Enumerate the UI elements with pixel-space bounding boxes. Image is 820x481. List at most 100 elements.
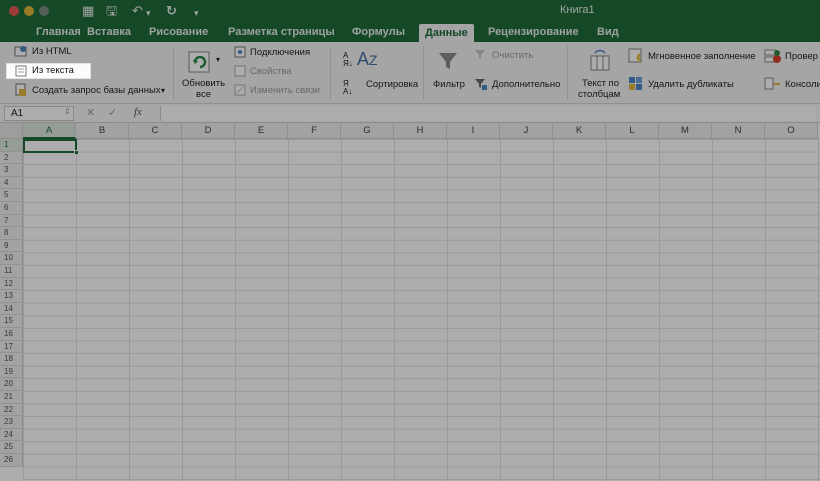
active-cell[interactable] [23,139,77,153]
tab-view[interactable]: Вид [597,25,619,39]
row-header[interactable]: 26 [0,454,23,467]
minimize-window-button[interactable] [24,6,34,16]
tab-draw[interactable]: Рисование [149,25,208,39]
row-header[interactable]: 2 [0,151,23,165]
chevron-down-icon[interactable]: ▾ [161,85,165,97]
row-header[interactable]: 18 [0,353,23,366]
sort-dialog-icon[interactable]: AZ [357,50,378,69]
edit-links-button[interactable]: Изменить связи [250,85,320,97]
refresh-dropdown-icon[interactable]: ▾ [216,54,220,66]
html-icon [14,46,27,57]
row-header[interactable]: 25 [0,441,23,454]
text-to-columns-icon[interactable] [588,48,612,72]
row-header[interactable]: 15 [0,315,23,328]
row-header[interactable]: 12 [0,277,23,291]
undo-dropdown-icon[interactable]: ▾ [146,5,151,21]
save-icon[interactable]: 🖫 [106,3,117,19]
window-title: Книга1 [560,4,595,16]
row-header[interactable]: 9 [0,239,23,253]
from-html-button[interactable]: Из HTML [32,46,72,58]
column-header[interactable]: M [659,123,712,139]
customize-icon[interactable]: ▾ [194,5,199,21]
row-header[interactable]: 21 [0,391,23,404]
row-header[interactable]: 20 [0,378,23,391]
row-header[interactable]: 8 [0,227,23,240]
filter-icon[interactable] [437,50,459,72]
row-header[interactable]: 4 [0,176,23,190]
ribbon-tabs: Главная Вставка Рисование Разметка стран… [0,22,820,42]
new-db-query-button[interactable]: Создать запрос базы данных [32,85,161,97]
undo-icon[interactable]: ↶ [132,3,143,19]
row-header[interactable]: 10 [0,252,23,265]
title-bar: ▦ 🖫 ↶ ▾ ↻ ▾ Книга1 [0,0,820,22]
row-header[interactable]: 1 [0,139,23,152]
row-header[interactable]: 11 [0,265,23,278]
close-window-button[interactable] [9,6,19,16]
row-header[interactable]: 7 [0,214,23,228]
row-header[interactable]: 14 [0,302,23,316]
maximize-window-button[interactable] [39,6,49,16]
column-header[interactable]: B [76,123,129,139]
grid-icon[interactable]: ▦ [82,3,94,19]
properties-button[interactable]: Свойства [250,66,292,78]
column-header[interactable]: A [23,123,76,139]
sort-az-icon[interactable]: A Я↓ [343,52,353,68]
column-header[interactable]: D [182,123,235,139]
row-header[interactable]: 3 [0,164,23,177]
ribbon-divider [423,46,424,100]
enter-icon[interactable]: ✓ [108,106,117,119]
connections-button[interactable]: Подключения [250,47,310,59]
row-header[interactable]: 16 [0,328,23,341]
row-header[interactable]: 24 [0,428,23,442]
remove-duplicates-button[interactable]: Удалить дубликаты [648,79,734,91]
sort-button[interactable]: Сортировка [366,79,418,91]
advanced-button[interactable]: Дополнительно [492,79,560,91]
tab-page-layout[interactable]: Разметка страницы [228,25,335,39]
row-header[interactable]: 23 [0,416,23,429]
clear-button[interactable]: Очистить [492,50,533,62]
properties-icon [234,65,246,77]
column-header[interactable]: L [606,123,659,139]
row-header[interactable]: 19 [0,365,23,379]
tab-review[interactable]: Рецензирование [488,25,579,39]
column-header[interactable]: H [394,123,447,139]
formula-input[interactable] [160,106,816,121]
cancel-icon[interactable]: ✕ [86,106,95,119]
cell-area[interactable] [23,139,820,481]
ribbon-divider [173,46,174,100]
column-header[interactable]: E [235,123,288,139]
row-header[interactable]: 17 [0,340,23,354]
text-to-columns-label-2[interactable]: столбцам [578,89,620,101]
insert-function-icon[interactable]: fx [134,106,142,118]
from-text-highlight[interactable]: Из текста [6,63,91,79]
tab-home[interactable]: Главная [36,25,81,39]
fill-handle[interactable] [74,150,79,155]
tab-formulas[interactable]: Формулы [352,25,405,39]
redo-icon[interactable]: ↻ [166,3,177,19]
name-box-dropdown-icon[interactable]: ⇕ [64,107,71,116]
refresh-icon[interactable] [187,50,211,74]
column-header[interactable]: N [712,123,765,139]
name-box-value: A1 [11,108,24,119]
row-header[interactable]: 22 [0,403,23,417]
flash-fill-button[interactable]: Мгновенное заполнение [648,51,756,63]
refresh-all-label-2[interactable]: все [196,89,211,101]
column-header[interactable]: G [341,123,394,139]
column-header[interactable]: O [765,123,818,139]
row-header[interactable]: 6 [0,202,23,215]
tab-insert[interactable]: Вставка [87,25,131,39]
filter-button[interactable]: Фильтр [433,79,465,91]
data-validation-button[interactable]: Провер [785,51,818,63]
consolidate-button[interactable]: Консоли [785,79,820,91]
column-header[interactable]: I [447,123,500,139]
column-header[interactable]: F [288,123,341,139]
row-header[interactable]: 13 [0,290,23,303]
row-header[interactable]: 5 [0,189,23,202]
tab-data[interactable]: Данные [419,24,474,42]
column-header[interactable]: J [500,123,553,139]
column-header[interactable]: C [129,123,182,139]
consolidate-icon [764,77,780,90]
column-header[interactable]: K [553,123,606,139]
sort-za-icon[interactable]: Я A↓ [343,80,352,96]
select-all-button[interactable] [0,123,23,139]
